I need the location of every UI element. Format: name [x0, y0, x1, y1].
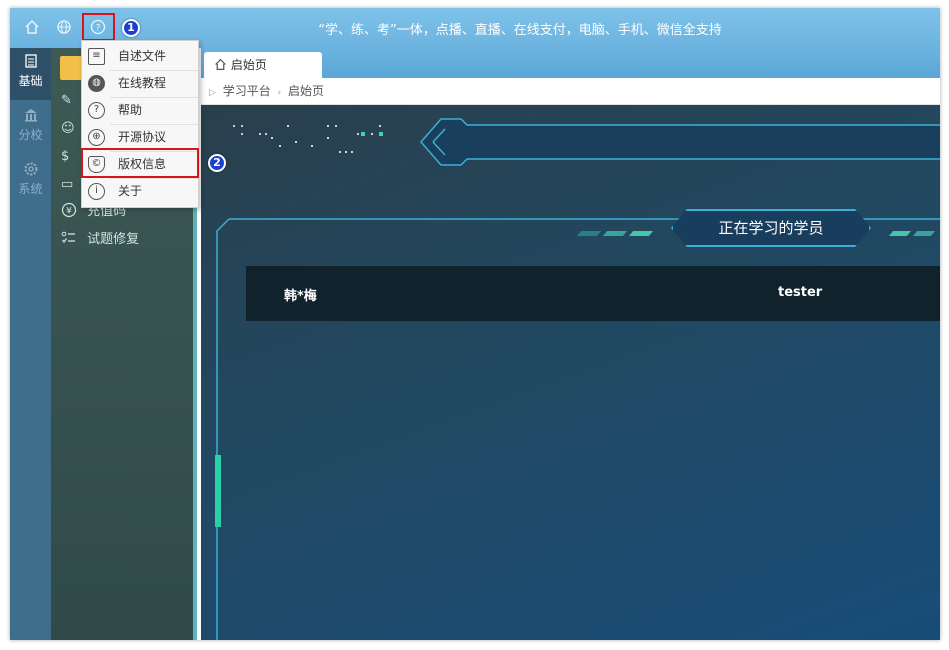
- rail-item-branch[interactable]: 分校: [10, 102, 51, 154]
- home-icon[interactable]: [22, 17, 42, 37]
- learning-students-title: 正在学习的学员: [718, 219, 824, 237]
- stripe-left-3: [628, 231, 654, 236]
- sidebar-item-question-repair[interactable]: 试题修复: [61, 229, 139, 251]
- menu-item-help[interactable]: ? 帮助: [82, 97, 198, 124]
- checklist-icon: [61, 229, 83, 251]
- dashboard-panel: 正在学习的学员 韩*梅 tester: [201, 105, 940, 640]
- stripe-left-1: [576, 231, 602, 236]
- slogan-text: “学、练、考”一体，点播、直播、在线支付，电脑、手机、微信全支持: [318, 23, 722, 38]
- help-dropdown-menu: ≡ 自述文件 ◍ 在线教程 ? 帮助 ⊕ 开源协议 © 版权信息 i 关于: [81, 40, 199, 208]
- header-frame: [420, 118, 940, 166]
- step-badge-1: 1: [122, 19, 140, 37]
- menu-item-readme[interactable]: ≡ 自述文件: [82, 43, 198, 70]
- rail-item-system[interactable]: 系统: [10, 156, 51, 208]
- sidebar-item-label: 试题修复: [87, 232, 140, 247]
- student-name: tester: [778, 285, 823, 300]
- student-row: 韩*梅 tester: [246, 266, 940, 321]
- menu-item-open-source-license[interactable]: ⊕ 开源协议: [82, 124, 198, 151]
- menu-item-label: 在线教程: [118, 76, 167, 90]
- globe-icon: ⊕: [88, 129, 105, 146]
- wrench-icon: ✎: [61, 93, 72, 108]
- copyright-item-highlight: [81, 148, 199, 178]
- globe-dark-icon: ◍: [88, 75, 105, 92]
- sidebar-item-hidden-4[interactable]: ▭: [61, 174, 83, 196]
- card-icon: ▭: [61, 177, 74, 192]
- menu-item-label: 关于: [118, 184, 143, 198]
- rail-item-label: 分校: [18, 128, 43, 142]
- breadcrumb-separator-icon: ›: [277, 88, 282, 98]
- bank-icon: [10, 102, 51, 126]
- step-badge-2: 2: [208, 154, 226, 172]
- money-bag-icon: $: [61, 149, 70, 164]
- decorative-dots: [233, 125, 383, 153]
- stripe-left-2: [602, 231, 628, 236]
- left-rail: 基础 分校 系统: [10, 48, 51, 640]
- student-name: 韩*梅: [284, 289, 317, 304]
- question-icon: ?: [88, 102, 105, 119]
- rail-item-basic[interactable]: 基础: [10, 48, 51, 100]
- users-icon: ☺: [61, 121, 75, 136]
- document-icon: ≡: [88, 48, 105, 65]
- info-icon: i: [88, 183, 105, 200]
- globe-icon[interactable]: [54, 17, 74, 37]
- sidebar-item-hidden-3[interactable]: $: [61, 146, 83, 168]
- sidebar-item-hidden-1[interactable]: ✎: [61, 90, 83, 112]
- breadcrumb-item-platform[interactable]: 学习平台: [223, 84, 271, 98]
- svg-text:¥: ¥: [66, 207, 72, 217]
- menu-item-about[interactable]: i 关于: [82, 178, 198, 205]
- doc-list-icon: [10, 48, 51, 72]
- gear-icon: [10, 156, 51, 180]
- help-button-highlight: [82, 13, 115, 41]
- menu-item-label: 自述文件: [118, 49, 167, 63]
- breadcrumb-item-start[interactable]: 启始页: [288, 84, 324, 98]
- tab-label: 启始页: [230, 58, 267, 72]
- menu-item-online-tutorial[interactable]: ◍ 在线教程: [82, 70, 198, 97]
- tab-bar: 启始页: [201, 48, 940, 78]
- app-window: ? “学、练、考”一体，点播、直播、在线支付，电脑、手机、微信全支持 1 基础 …: [10, 8, 940, 640]
- sidebar-item-hidden-2[interactable]: ☺: [61, 118, 83, 140]
- rail-item-label: 系统: [18, 182, 43, 196]
- rail-item-label: 基础: [18, 74, 43, 88]
- breadcrumb-arrow-icon: ▷: [209, 88, 216, 98]
- menu-item-label: 帮助: [118, 103, 143, 117]
- tab-start-page[interactable]: 启始页: [204, 52, 322, 78]
- yuan-circle-icon: ¥: [61, 201, 83, 223]
- home-icon: [215, 58, 226, 70]
- breadcrumb: ▷ 学习平台 › 启始页: [201, 78, 940, 105]
- menu-item-label: 开源协议: [118, 130, 167, 144]
